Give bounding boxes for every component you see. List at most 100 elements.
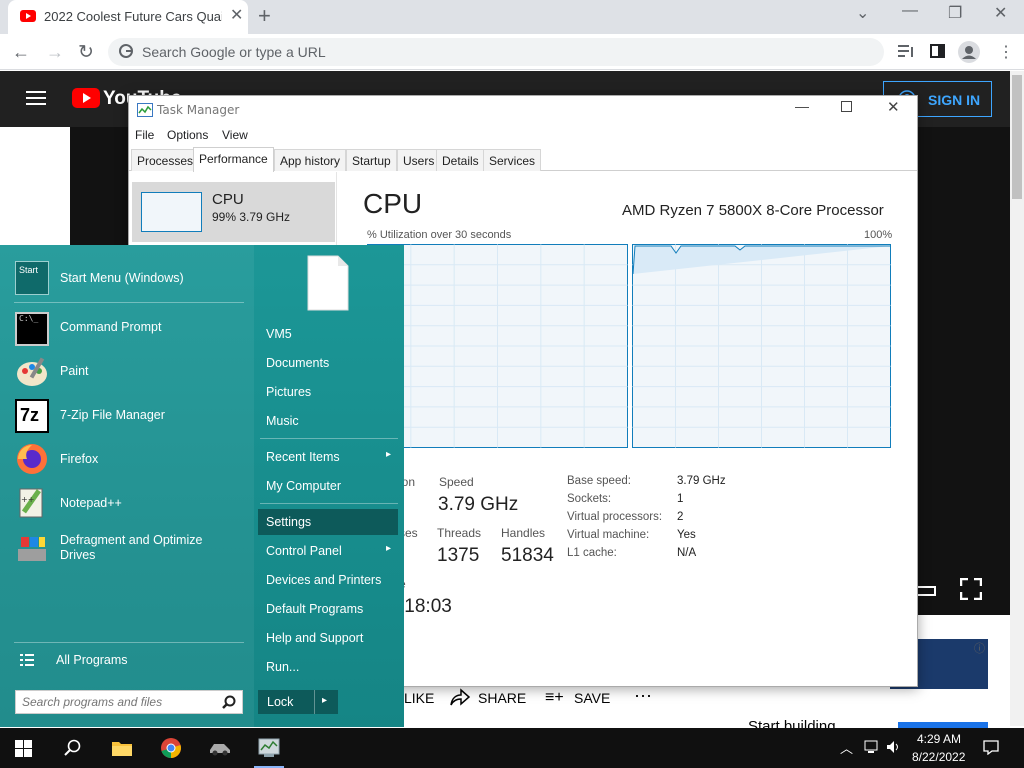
user-document-icon[interactable]	[307, 255, 349, 311]
tm-maximize-icon[interactable]	[841, 101, 852, 112]
omnibox[interactable]: Search Google or type a URL	[108, 38, 884, 66]
restore-icon[interactable]: ❐	[948, 3, 962, 23]
program-command-prompt[interactable]: Command Prompt	[60, 320, 161, 334]
program-defrag[interactable]: Defragment and Optimize Drives	[60, 533, 240, 563]
task-manager-taskbar-icon[interactable]	[258, 738, 280, 758]
save-label[interactable]: SAVE	[574, 690, 610, 706]
7zip-icon-text: 7z	[20, 405, 40, 425]
kebab-menu-icon[interactable]: ⋮	[998, 42, 1014, 62]
spec-key: Virtual machine:	[567, 529, 650, 541]
file-explorer-icon[interactable]	[111, 739, 133, 757]
network-icon[interactable]	[864, 740, 880, 754]
clock-time[interactable]: 4:29 AM	[917, 732, 961, 746]
program-start-menu[interactable]: Start Menu (Windows)	[60, 271, 184, 285]
handles-label: Handles	[501, 526, 546, 540]
link-control-panel[interactable]: Control Panel	[266, 544, 342, 558]
start-search-box[interactable]	[15, 690, 243, 714]
program-7zip[interactable]: 7-Zip File Manager	[60, 408, 165, 422]
new-tab-icon[interactable]: +	[258, 5, 271, 27]
link-run[interactable]: Run...	[266, 660, 299, 674]
link-documents[interactable]: Documents	[266, 356, 329, 370]
browser-tab[interactable]: 2022 Coolest Future Cars Quail U ✕	[8, 0, 248, 34]
hamburger-icon[interactable]	[26, 90, 46, 106]
lock-options-arrow-icon[interactable]: ▸	[322, 695, 327, 706]
sidebar-cpu-detail: 99% 3.79 GHz	[212, 210, 291, 224]
uptime-value: :18:03	[399, 596, 452, 617]
cpu-graph-left	[367, 244, 628, 448]
perf-heading: CPU	[363, 188, 423, 219]
back-icon[interactable]: ←	[12, 42, 30, 63]
separator	[14, 302, 244, 303]
save-icon[interactable]: ≡+	[545, 689, 564, 707]
link-devices-printers[interactable]: Devices and Printers	[266, 573, 381, 587]
tab-processes[interactable]: Processes	[131, 149, 200, 171]
tm-close-icon[interactable]: ✕	[887, 98, 900, 116]
car-app-icon[interactable]	[208, 740, 232, 756]
more-actions-icon[interactable]: ⋯	[634, 686, 652, 707]
link-settings[interactable]: Settings	[266, 515, 311, 529]
menu-file[interactable]: File	[135, 128, 154, 142]
tray-chevron-icon[interactable]: ︿	[840, 738, 853, 757]
tm-minimize-icon[interactable]: —	[795, 98, 809, 114]
profile-icon[interactable]	[958, 41, 980, 63]
link-pictures[interactable]: Pictures	[266, 385, 311, 399]
clock-date[interactable]: 8/22/2022	[912, 750, 965, 764]
chrome-icon[interactable]	[160, 737, 182, 759]
volume-icon[interactable]	[886, 740, 902, 754]
cpu-graph-right	[632, 244, 891, 448]
program-firefox[interactable]: Firefox	[60, 452, 98, 466]
spec-value: 1	[677, 493, 684, 505]
link-my-computer[interactable]: My Computer	[266, 479, 341, 493]
tab-search-icon[interactable]: ⌄	[856, 3, 869, 23]
sign-in-label: SIGN IN	[928, 92, 981, 108]
tab-close-icon[interactable]: ✕	[230, 8, 243, 24]
link-music[interactable]: Music	[266, 414, 299, 428]
lock-button[interactable]: Lock ▸	[258, 690, 338, 714]
windows-start-icon[interactable]	[15, 740, 32, 757]
youtube-favicon-icon	[20, 10, 36, 22]
processor-name: AMD Ryzen 7 5800X 8-Core Processor	[622, 202, 884, 219]
minimize-icon[interactable]: —	[902, 2, 918, 20]
tab-startup[interactable]: Startup	[346, 149, 397, 171]
link-default-programs[interactable]: Default Programs	[266, 602, 363, 616]
notifications-icon[interactable]	[983, 740, 999, 755]
menu-options[interactable]: Options	[167, 128, 208, 142]
page-scrollbar[interactable]	[1010, 71, 1024, 726]
share-label[interactable]: SHARE	[478, 690, 526, 706]
tab-services[interactable]: Services	[483, 149, 542, 171]
window-close-icon[interactable]: ✕	[994, 3, 1007, 23]
media-control-icon[interactable]	[898, 44, 914, 58]
ad-info-icon[interactable]: ⓘ	[974, 640, 985, 656]
reload-icon[interactable]: ↻	[78, 41, 94, 64]
speed-value: 3.79 GHz	[438, 494, 519, 515]
svg-text:++: ++	[21, 495, 34, 504]
graph-max-label: 100%	[864, 229, 893, 241]
spec-value: 2	[677, 511, 684, 523]
separator	[260, 438, 398, 439]
youtube-logo-icon[interactable]	[72, 88, 100, 108]
fullscreen-icon[interactable]	[960, 578, 982, 600]
side-panel-icon[interactable]	[930, 44, 945, 58]
tab-app-history[interactable]: App history	[274, 149, 347, 171]
tab-details[interactable]: Details	[436, 149, 485, 171]
like-button-label[interactable]: LIKE	[404, 690, 434, 706]
spec-key: Sockets:	[567, 493, 612, 505]
link-user[interactable]: VM5	[266, 327, 292, 341]
link-help-support[interactable]: Help and Support	[266, 631, 363, 645]
spec-key: Base speed:	[567, 475, 631, 487]
forward-icon[interactable]: →	[46, 42, 64, 63]
theater-mode-icon[interactable]	[916, 586, 936, 596]
program-paint[interactable]: Paint	[60, 364, 89, 378]
program-notepadpp[interactable]: Notepad++	[60, 496, 122, 510]
start-search-input[interactable]	[16, 691, 206, 713]
perf-sidebar-cpu[interactable]: CPU 99% 3.79 GHz	[132, 182, 335, 242]
taskbar-search-icon[interactable]	[64, 739, 82, 757]
search-icon[interactable]	[222, 695, 236, 709]
tab-users[interactable]: Users	[397, 149, 441, 171]
all-programs[interactable]: All Programs	[56, 653, 128, 667]
link-recent-items[interactable]: Recent Items	[266, 450, 340, 464]
scrollbar-thumb[interactable]	[1012, 75, 1022, 199]
menu-view[interactable]: View	[222, 128, 248, 142]
tab-performance[interactable]: Performance	[193, 147, 274, 172]
share-icon[interactable]	[450, 688, 470, 706]
